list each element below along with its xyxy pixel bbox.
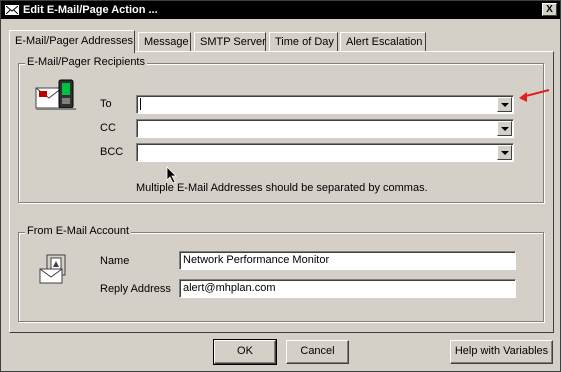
envelope-icon [5, 5, 19, 15]
cc-label: CC [100, 122, 116, 134]
title-bar[interactable]: Edit E-Mail/Page Action ... X [1, 1, 560, 19]
tab-smtp-server[interactable]: SMTP Server [194, 32, 266, 52]
tab-alert-escalation[interactable]: Alert Escalation [340, 32, 426, 52]
reply-address-label: Reply Address [100, 283, 171, 295]
ok-button[interactable]: OK [213, 339, 277, 365]
annotation-arrow-icon [517, 87, 551, 106]
close-button[interactable]: X [542, 3, 557, 16]
tab-panel: E-Mail/Pager Recipients To CC BCC Multip… [9, 51, 554, 333]
bcc-combobox[interactable] [136, 143, 514, 162]
recipients-hint: Multiple E-Mail Addresses should be sepa… [136, 182, 428, 194]
edit-email-page-action-dialog: Edit E-Mail/Page Action ... X E-Mail/Pag… [0, 0, 561, 372]
to-label: To [100, 98, 112, 110]
tab-message[interactable]: Message [138, 32, 191, 52]
to-dropdown-button[interactable] [497, 97, 512, 112]
cc-combobox[interactable] [136, 119, 514, 138]
window-title: Edit E-Mail/Page Action ... [23, 4, 158, 16]
bcc-dropdown-button[interactable] [497, 145, 512, 160]
recipients-legend: E-Mail/Pager Recipients [25, 56, 147, 68]
to-combobox[interactable] [136, 95, 514, 114]
from-account-group: From E-Mail Account Name Network Perform… [18, 225, 544, 322]
text-caret [140, 98, 141, 110]
help-with-variables-button[interactable]: Help with Variables [450, 340, 553, 364]
reply-address-field[interactable]: alert@mhplan.com [179, 279, 516, 298]
cancel-button[interactable]: Cancel [286, 340, 349, 364]
from-account-legend: From E-Mail Account [25, 225, 132, 237]
name-field[interactable]: Network Performance Monitor [179, 251, 516, 270]
mouse-pointer-icon [166, 166, 178, 187]
bcc-label: BCC [100, 146, 124, 158]
email-pager-icon [35, 78, 77, 112]
recipients-group: E-Mail/Pager Recipients To CC BCC Multip… [18, 56, 544, 203]
cc-dropdown-button[interactable] [497, 121, 512, 136]
tab-time-of-day[interactable]: Time of Day [269, 32, 338, 52]
email-account-icon [39, 253, 69, 285]
name-label: Name [100, 255, 130, 267]
tab-email-pager-addresses[interactable]: E-Mail/Pager Addresses [9, 30, 135, 53]
